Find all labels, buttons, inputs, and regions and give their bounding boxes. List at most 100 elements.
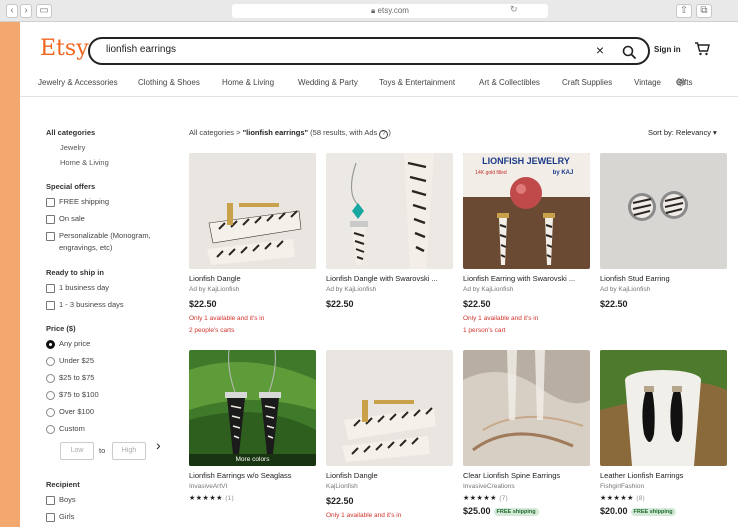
browser-toolbar: ‹ › ▭ 🔒︎ etsy.com ⇧ ⧉ ↻ [0, 0, 738, 22]
url-text: etsy.com [377, 6, 409, 15]
nav-clothing[interactable]: Clothing & Shoes [138, 78, 200, 87]
free-shipping-checkbox[interactable] [46, 198, 55, 207]
listing-price-row: $25.00 FREE shipping [463, 506, 539, 516]
star-icons: ★★★★★ [463, 495, 497, 502]
listing-image[interactable]: LIONFISH JEWELRY 14K gold filled by KAJ [463, 153, 590, 269]
star-icons: ★★★★★ [189, 495, 223, 502]
forward-button[interactable]: › [20, 4, 32, 18]
price-under25-radio[interactable] [46, 357, 55, 366]
back-button[interactable]: ‹ [6, 4, 18, 18]
site-header: Etsy lionfish earrings × Sign in [20, 22, 738, 74]
listing-title[interactable]: Lionfish Dangle [326, 471, 453, 480]
star-icons: ★★★★★ [600, 495, 634, 502]
recipient-boys-checkbox[interactable] [46, 496, 55, 505]
listing-price: $22.50 [463, 299, 491, 309]
price-over100-radio[interactable] [46, 408, 55, 417]
nav-gifts-label: Gifts [676, 78, 693, 87]
sidebar-toggle-button[interactable]: ▭ [36, 4, 52, 18]
listing-title[interactable]: Lionfish Earrings w/o Seaglass [189, 471, 316, 480]
listing-image[interactable] [463, 350, 590, 466]
on-sale-checkbox[interactable] [46, 215, 55, 224]
listing-title[interactable]: Lionfish Dangle [189, 274, 316, 283]
free-shipping-label: FREE shipping [59, 197, 110, 206]
search-input[interactable]: lionfish earrings [106, 44, 176, 55]
listing-scarcity: Only 1 available and it's in [463, 315, 539, 322]
price-over100-label: Over $100 [59, 407, 95, 416]
nav-vintage[interactable]: Vintage [634, 78, 661, 87]
recipient-boys-label: Boys [59, 495, 76, 504]
listing-image[interactable] [600, 350, 727, 466]
nav-wedding[interactable]: Wedding & Party [298, 78, 358, 87]
recipient-heading: Recipient [46, 480, 80, 489]
price-under25-label: Under $25 [59, 356, 95, 365]
breadcrumb-root[interactable]: All categories [189, 128, 234, 137]
tabs-button[interactable]: ⧉ [696, 4, 712, 18]
price-low-input[interactable]: Low [60, 442, 94, 460]
filter-cat-home[interactable]: Home & Living [60, 158, 109, 167]
breadcrumb: All categories > "lionfish earrings" (58… [189, 128, 391, 139]
nav-craft[interactable]: Craft Supplies [562, 78, 612, 87]
listing-rating: ★★★★★ (8) [600, 494, 645, 502]
price-high-input[interactable]: High [112, 442, 146, 460]
reload-icon[interactable]: ↻ [510, 4, 518, 15]
crumb-close-paren: ) [388, 128, 391, 137]
listing-title[interactable]: Lionfish Earring with Swarovski ... [463, 274, 590, 283]
price-75to100-radio[interactable] [46, 391, 55, 400]
recipient-girls-checkbox[interactable] [46, 513, 55, 522]
on-sale-label: On sale [59, 214, 85, 223]
listing-rating: ★★★★★ (7) [463, 494, 508, 502]
listing-price: $22.50 [189, 299, 217, 309]
sort-label: Sort by: Relevancy [648, 128, 711, 137]
etsy-logo[interactable]: Etsy [40, 36, 89, 61]
nav-art[interactable]: Art & Collectibles [479, 78, 540, 87]
clear-search-icon[interactable]: × [596, 42, 604, 58]
thumb-brand-line2: 14K gold filled [475, 170, 507, 176]
ship-1to3-checkbox[interactable] [46, 301, 55, 310]
sort-dropdown[interactable]: Sort by: Relevancy ▾ [648, 128, 717, 137]
more-colors-badge[interactable]: More colors [189, 454, 316, 466]
ship-1to3-label: 1 - 3 business days [59, 300, 124, 309]
listing-rating: ★★★★★ (1) [189, 494, 234, 502]
search-icon[interactable] [622, 45, 636, 59]
sign-in-link[interactable]: Sign in [654, 45, 681, 54]
cart-icon[interactable] [694, 42, 710, 56]
caret-down-icon: ▾ [713, 128, 717, 137]
search-bar[interactable]: lionfish earrings × [88, 37, 650, 65]
share-button[interactable]: ⇧ [676, 4, 692, 18]
address-bar[interactable]: 🔒︎ etsy.com [232, 4, 548, 18]
thumb-brand-line3: by KAJ [553, 170, 574, 176]
etsy-page: Etsy lionfish earrings × Sign in Jewelry… [20, 22, 738, 527]
price-custom-radio[interactable] [46, 425, 55, 434]
price-custom-label: Custom [59, 424, 85, 433]
nav-divider [20, 96, 738, 97]
listing-image[interactable] [326, 350, 453, 466]
review-count: (1) [225, 496, 235, 502]
nav-home[interactable]: Home & Living [222, 78, 274, 87]
listing-image[interactable] [326, 153, 453, 269]
listing-price: $22.50 [600, 299, 628, 309]
price-75to100-label: $75 to $100 [59, 390, 99, 399]
listing-title[interactable]: Lionfish Dangle with Swarovski ... [326, 274, 453, 283]
breadcrumb-query: "lionfish earrings" [242, 128, 309, 137]
listing-image[interactable] [600, 153, 727, 269]
filter-cat-jewelry[interactable]: Jewelry [60, 143, 85, 152]
listing-shop: InvasiveArtVI [189, 483, 228, 490]
listing-shop: FishgirlFashion [600, 483, 645, 490]
listing-title[interactable]: Clear Lionfish Spine Earrings [463, 471, 590, 480]
price-25to75-radio[interactable] [46, 374, 55, 383]
price-apply-chevron-icon[interactable]: › [156, 438, 161, 452]
listing-shop: KajLionfish [326, 483, 358, 490]
listing-price: $22.50 [326, 299, 354, 309]
all-categories-heading[interactable]: All categories [46, 128, 95, 137]
listing-title[interactable]: Lionfish Stud Earring [600, 274, 727, 283]
listing-title[interactable]: Leather Lionfish Earrings [600, 471, 727, 480]
listing-shop: Ad by KajLionfish [189, 286, 240, 293]
ship-1day-checkbox[interactable] [46, 284, 55, 293]
price-any-radio[interactable] [46, 340, 55, 349]
nav-jewelry[interactable]: Jewelry & Accessories [38, 78, 118, 87]
personalizable-label: Personalizable (Monogram, [59, 231, 151, 240]
listing-image[interactable] [189, 153, 316, 269]
listing-image[interactable]: More colors [189, 350, 316, 466]
personalizable-checkbox[interactable] [46, 232, 55, 241]
nav-toys[interactable]: Toys & Entertainment [379, 78, 455, 87]
